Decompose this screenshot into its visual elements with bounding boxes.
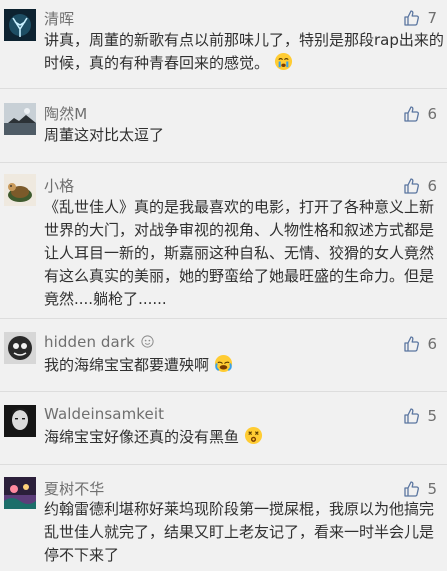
thumbs-up-icon — [404, 481, 420, 497]
comment-item: 小格 6 《乱世佳人》真的是我最喜欢的电影，打开了各种意义上新世界的大门，对战争… — [0, 163, 447, 318]
avatar[interactable] — [4, 103, 36, 135]
comment-text: 海绵宝宝好像还真的没有黑鱼 — [44, 426, 444, 449]
author-name-text: hidden dark — [44, 333, 135, 351]
thumbs-up-icon — [404, 336, 420, 352]
author-name[interactable]: hidden dark — [44, 333, 155, 351]
comment-item: 陶然M 6 周董这对比太逗了 — [0, 89, 447, 162]
thumbs-up-icon — [404, 10, 420, 26]
sobbing-face-icon — [214, 354, 232, 373]
comment-text: 周董这对比太逗了 — [44, 126, 165, 144]
author-name[interactable]: 清晖 — [44, 8, 74, 29]
like-count: 5 — [427, 480, 437, 498]
comment-list: 清晖 7 讲真，周董的新歌有点以前那味儿了，特别是那段rap出来的时候，真的有种… — [0, 0, 447, 571]
comment-text-body: 我的海绵宝宝都要遭殃啊 — [44, 356, 210, 374]
comment-text: 我的海绵宝宝都要遭殃啊 — [44, 354, 444, 377]
like-button[interactable]: 6 — [403, 104, 437, 124]
comment-item: 夏树不华 5 约翰雷德利堪称好莱坞现阶段第一搅屎棍，我原以为他搞完乱世佳人就完了… — [0, 465, 447, 571]
author-name[interactable]: 夏树不华 — [44, 478, 104, 499]
avatar[interactable] — [4, 477, 36, 509]
like-count: 6 — [427, 335, 437, 353]
comment-item: Waldeinsamkeit 5 海绵宝宝好像还真的没有黑鱼 — [0, 392, 447, 464]
comment-text: 约翰雷德利堪称好莱坞现阶段第一搅屎棍，我原以为他搞完乱世佳人就完了，结果又盯上老… — [44, 500, 435, 564]
like-button[interactable]: 5 — [403, 406, 437, 426]
author-name[interactable]: 小格 — [44, 175, 74, 196]
comment-item: 清晖 7 讲真，周董的新歌有点以前那味儿了，特别是那段rap出来的时候，真的有种… — [0, 0, 447, 88]
avatar[interactable] — [4, 174, 36, 206]
like-count: 6 — [427, 177, 437, 195]
like-count: 7 — [427, 9, 437, 27]
comment-text-body: 讲真，周董的新歌有点以前那味儿了，特别是那段rap出来的时候，真的有种青春回来的… — [44, 31, 444, 72]
thumbs-up-icon — [404, 106, 420, 122]
like-button[interactable]: 6 — [403, 334, 437, 354]
author-name[interactable]: Waldeinsamkeit — [44, 405, 164, 423]
thumbs-up-icon — [404, 178, 420, 194]
avatar[interactable] — [4, 9, 36, 41]
comment-item: hidden dark 6 我的海绵宝宝都要遭殃啊 — [0, 319, 447, 391]
like-count: 6 — [427, 105, 437, 123]
comment-text: 《乱世佳人》真的是我最喜欢的电影，打开了各种意义上新世界的大门，对战争审视的视角… — [44, 198, 435, 308]
like-button[interactable]: 7 — [403, 8, 437, 28]
comment-text-body: 海绵宝宝好像还真的没有黑鱼 — [44, 428, 240, 446]
thumbs-up-icon — [404, 408, 420, 424]
bubble-icon — [141, 335, 154, 348]
crying-face-icon — [274, 52, 292, 71]
like-count: 5 — [427, 407, 437, 425]
comment-text: 讲真，周董的新歌有点以前那味儿了，特别是那段rap出来的时候，真的有种青春回来的… — [44, 29, 444, 75]
like-button[interactable]: 5 — [403, 479, 437, 499]
avatar[interactable] — [4, 332, 36, 364]
avatar[interactable] — [4, 405, 36, 437]
dizzy-face-icon — [244, 426, 262, 445]
author-name[interactable]: 陶然M — [44, 103, 87, 124]
like-button[interactable]: 6 — [403, 176, 437, 196]
